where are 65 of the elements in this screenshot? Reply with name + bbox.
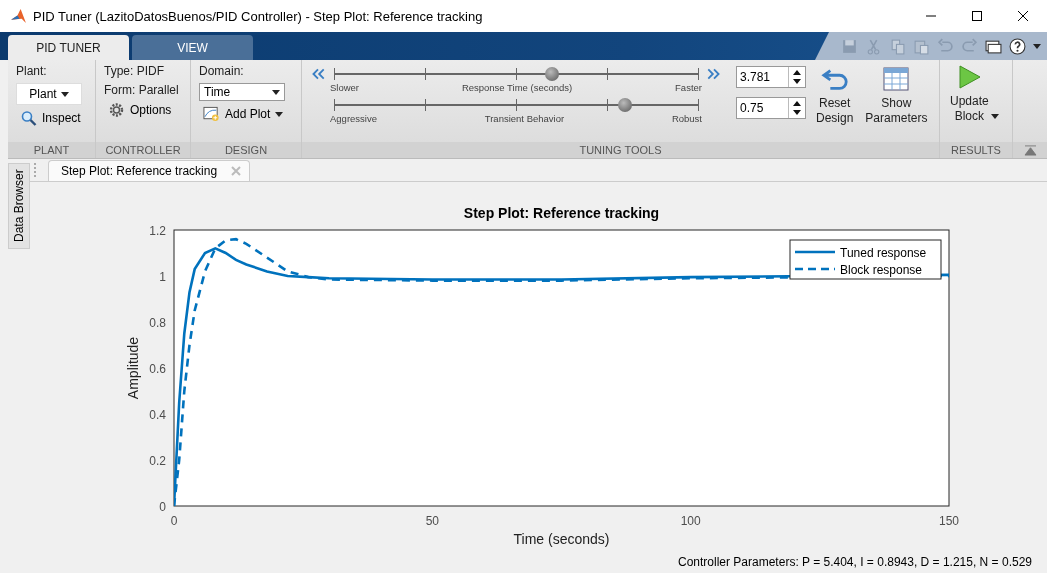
ribbon-tab[interactable]: VIEW xyxy=(132,35,253,60)
options-button[interactable]: Options xyxy=(104,102,182,118)
chart-title: Step Plot: Reference tracking xyxy=(463,205,660,221)
section-label: PLANT xyxy=(8,142,95,158)
maximize-icon[interactable] xyxy=(971,10,983,22)
show-parameters-button[interactable]: Show Parameters xyxy=(863,66,930,126)
caret-icon xyxy=(60,90,69,98)
spinner-field[interactable]: 0.75 xyxy=(736,97,806,119)
domain-dropdown[interactable]: Time xyxy=(199,83,285,101)
x-tick-label: 0 xyxy=(170,514,178,528)
collapse-icon[interactable] xyxy=(1023,144,1037,156)
slider-thumb[interactable] xyxy=(618,98,633,112)
slider-min-label: Aggressive xyxy=(330,113,377,124)
type-label: Type: PIDF xyxy=(104,64,166,78)
caret-icon xyxy=(272,88,280,96)
table-icon xyxy=(882,66,911,92)
domain-label: Domain: xyxy=(199,64,245,78)
window-title: PID Tuner (LazitoDatosBuenos/PID Controller) - Step Plot: Reference tracking xyxy=(33,8,483,24)
y-tick-label: 0.4 xyxy=(149,408,166,422)
slider-thumb[interactable] xyxy=(545,67,560,81)
x-tick-label: 50 xyxy=(425,514,439,528)
y-tick-label: 0 xyxy=(159,500,166,514)
y-tick-label: 0.8 xyxy=(149,316,166,330)
y-tick-label: 1.2 xyxy=(149,224,166,238)
y-axis-label: Amplitude xyxy=(125,336,141,400)
legend-label: Block response xyxy=(840,263,923,277)
inspect-button[interactable]: Inspect xyxy=(16,110,87,126)
y-tick-label: 0.2 xyxy=(149,454,166,468)
gear-icon xyxy=(108,102,125,118)
add-plot-icon xyxy=(203,106,220,122)
x-tick-label: 150 xyxy=(939,514,959,528)
slider-max-label: Robust xyxy=(671,113,702,124)
caret-icon xyxy=(275,110,284,118)
form-label: Form: Parallel xyxy=(104,83,180,97)
document-tab[interactable]: Step Plot: Reference tracking xyxy=(48,160,251,181)
caret-icon xyxy=(990,112,999,120)
plant-label: Plant: xyxy=(16,64,48,78)
y-tick-label: 1 xyxy=(159,270,166,284)
reset-design-button[interactable]: Reset Design xyxy=(814,66,856,126)
search-icon xyxy=(20,110,37,126)
add-plot-button[interactable]: Add Plot xyxy=(199,106,293,122)
help-icon[interactable] xyxy=(1009,37,1026,55)
slider-caption: Transient Behavior xyxy=(484,113,565,124)
close-icon[interactable] xyxy=(1017,10,1029,22)
caret-icon[interactable] xyxy=(1033,42,1041,50)
update-block-button[interactable]: Update Block xyxy=(948,64,999,124)
slider-caption: Response Time (seconds) xyxy=(461,82,573,93)
ribbon-tab[interactable]: PID TUNER xyxy=(8,35,129,60)
legend-label: Tuned response xyxy=(840,246,927,260)
plant-dropdown[interactable]: Plant xyxy=(16,83,82,105)
slider-max-label: Faster xyxy=(675,82,702,93)
section-label: RESULTS xyxy=(940,142,1012,158)
slower-icon[interactable] xyxy=(310,68,326,80)
x-tick-label: 100 xyxy=(680,514,701,528)
section-label: CONTROLLER xyxy=(96,142,190,158)
x-axis-label: Time (seconds) xyxy=(513,531,610,547)
section-label: DESIGN xyxy=(191,142,301,158)
slider-min-label: Slower xyxy=(330,82,360,93)
y-tick-label: 0.6 xyxy=(149,362,166,376)
section-label: TUNING TOOLS xyxy=(302,142,939,158)
spinner-field[interactable]: 3.781 xyxy=(736,66,806,88)
status-text: Controller Parameters: P = 5.404, I = 0.8943, D = 1.215, N = 0.529 xyxy=(678,554,1032,569)
faster-icon[interactable] xyxy=(706,68,722,80)
undo-icon xyxy=(820,66,849,92)
side-panel-tab[interactable]: Data Browser xyxy=(8,163,30,249)
